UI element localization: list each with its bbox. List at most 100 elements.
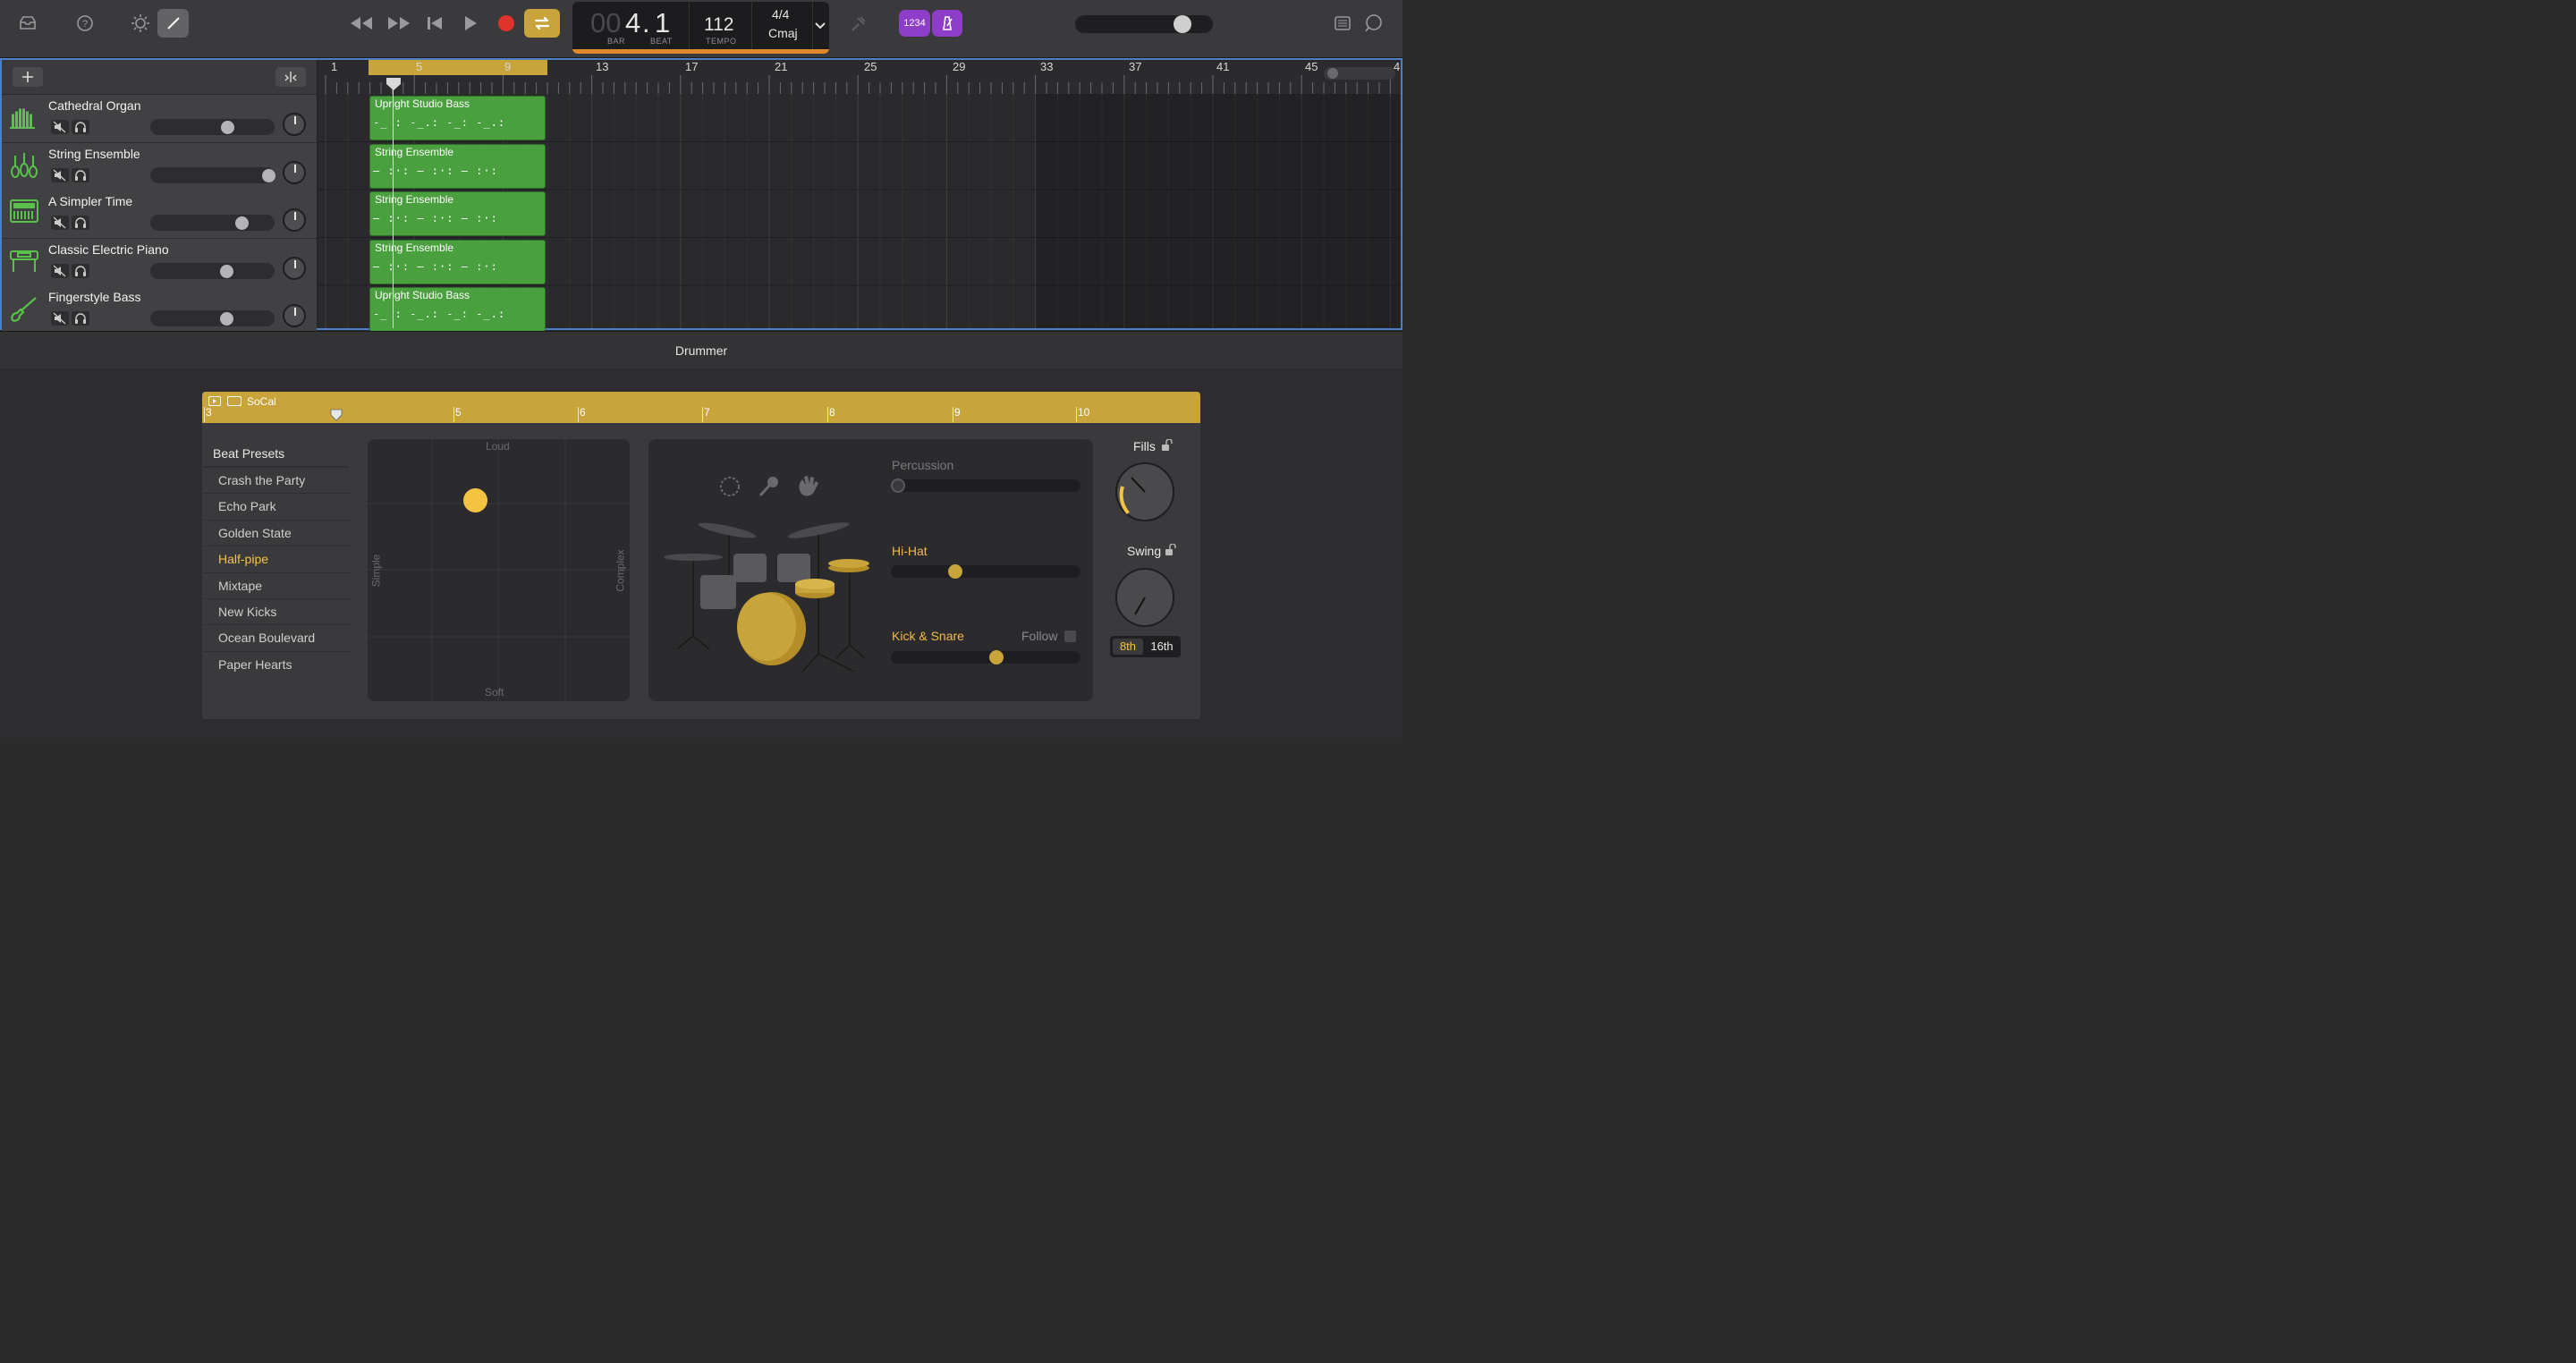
- clap-icon[interactable]: [796, 474, 819, 502]
- shaker-icon[interactable]: [758, 474, 781, 502]
- swing-lock-icon[interactable]: [1164, 543, 1176, 561]
- beat-preset-item[interactable]: Crash the Party: [203, 467, 349, 493]
- hihat-slider-knob[interactable]: [948, 564, 962, 579]
- playhead-handle[interactable]: [386, 77, 402, 96]
- headphones-icon[interactable]: [72, 167, 89, 182]
- midi-region[interactable]: Upright Studio Bass -_ : -_.: -_: -_.:: [369, 287, 546, 332]
- track-header[interactable]: Fingerstyle Bass: [2, 286, 317, 334]
- beat-preset-item[interactable]: Golden State: [203, 519, 349, 546]
- midi-region[interactable]: Upright Studio Bass -_ : -_.: -_: -_.:: [369, 96, 546, 140]
- track-header[interactable]: A Simpler Time: [2, 190, 317, 239]
- cycle-region[interactable]: [369, 60, 547, 75]
- catch-playhead-icon[interactable]: [275, 67, 306, 87]
- hihat-slider[interactable]: [891, 564, 1080, 579]
- xy-puck[interactable]: [463, 488, 487, 512]
- smart-controls-icon[interactable]: [126, 9, 155, 38]
- drum-kit-panel: Percussion Hi-Hat Kick & Snare Follow: [648, 439, 1093, 701]
- count-in-button[interactable]: 1234: [899, 10, 930, 37]
- swing-knob[interactable]: [1115, 568, 1174, 627]
- track-volume-slider[interactable]: [150, 262, 275, 279]
- mute-icon[interactable]: [51, 263, 69, 278]
- beat-preset-item[interactable]: Echo Park: [203, 493, 349, 519]
- help-icon[interactable]: ?: [71, 9, 99, 38]
- track-pan-knob[interactable]: [283, 304, 306, 327]
- headphones-icon[interactable]: [72, 216, 89, 230]
- drummer-ruler-bar-number: 6: [580, 406, 586, 419]
- bass-guitar-icon: [10, 295, 38, 328]
- track-volume-slider[interactable]: [150, 215, 275, 231]
- track-volume-slider[interactable]: [150, 310, 275, 326]
- master-volume-slider[interactable]: [1075, 15, 1213, 33]
- headphones-icon[interactable]: [72, 263, 89, 278]
- track-volume-knob[interactable]: [235, 216, 250, 230]
- ruler-bar-number: 45: [1305, 60, 1318, 73]
- notepad-icon[interactable]: [1328, 9, 1357, 38]
- synth-icon: [10, 199, 38, 227]
- record-icon[interactable]: [492, 9, 521, 38]
- fills-knob[interactable]: [1115, 462, 1174, 521]
- track-pan-knob[interactable]: [283, 160, 306, 184]
- beat-preset-item[interactable]: Paper Hearts: [203, 650, 349, 677]
- mute-icon[interactable]: [51, 311, 69, 326]
- rewind-icon[interactable]: [347, 9, 376, 38]
- chevron-down-icon[interactable]: [815, 18, 826, 34]
- fills-lock-icon[interactable]: [1160, 438, 1173, 456]
- percussion-slider-knob[interactable]: [891, 478, 905, 493]
- drummer-playhead[interactable]: [330, 409, 343, 426]
- go-to-beginning-icon[interactable]: [420, 9, 449, 38]
- swing-8th-button[interactable]: 8th: [1113, 639, 1143, 655]
- playhead[interactable]: [393, 78, 394, 328]
- beat-preset-item[interactable]: Mixtape: [203, 571, 349, 598]
- ruler-bar-number: 25: [864, 60, 877, 73]
- headphones-icon[interactable]: [72, 311, 89, 326]
- track-header[interactable]: Cathedral Organ: [2, 95, 317, 143]
- drum-kit-icon[interactable]: [657, 511, 872, 690]
- beat-preset-item[interactable]: Ocean Boulevard: [203, 624, 349, 650]
- loop-browser-icon[interactable]: [1360, 9, 1388, 38]
- play-region-icon[interactable]: [208, 396, 221, 406]
- kick-snare-slider[interactable]: [891, 650, 1080, 665]
- midi-region[interactable]: String Ensemble — :·: — :·: — :·:: [369, 143, 546, 189]
- mute-icon[interactable]: [51, 216, 69, 230]
- loudness-complexity-pad[interactable]: Loud Soft Simple Complex: [368, 439, 630, 701]
- follow-checkbox[interactable]: [1064, 631, 1076, 642]
- play-icon[interactable]: [456, 9, 485, 38]
- track-volume-knob[interactable]: [262, 168, 276, 182]
- percussion-slider[interactable]: [891, 478, 1080, 493]
- beat-preset-item[interactable]: New Kicks: [203, 598, 349, 624]
- track-pan-knob[interactable]: [283, 113, 306, 136]
- track-volume-knob[interactable]: [219, 312, 233, 326]
- hihat-label: Hi-Hat: [892, 544, 928, 558]
- mute-icon[interactable]: [51, 120, 69, 134]
- fast-forward-icon[interactable]: [385, 9, 413, 38]
- kick-snare-slider-knob[interactable]: [989, 650, 1004, 665]
- track-volume-slider[interactable]: [150, 119, 275, 135]
- midi-region[interactable]: String Ensemble — :·: — :·: — :·:: [369, 239, 546, 284]
- zoom-slider-knob[interactable]: [1327, 68, 1338, 79]
- headphones-icon[interactable]: [72, 120, 89, 134]
- mute-icon[interactable]: [51, 167, 69, 182]
- beat-preset-item[interactable]: Half-pipe: [203, 546, 349, 571]
- tuner-icon[interactable]: [844, 9, 873, 38]
- drummer-ruler[interactable]: SoCal 3 5 6 7 8 9 10: [202, 392, 1200, 423]
- track-volume-knob[interactable]: [219, 264, 233, 278]
- svg-text:?: ?: [82, 19, 88, 30]
- track-header[interactable]: Classic Electric Piano: [2, 238, 317, 287]
- track-headers: Cathedral Organ String Ensemble A Simple…: [2, 60, 317, 334]
- lcd-display[interactable]: 00 4 . 1 BAR BEAT 112 TEMPO 4/4 Cmaj: [572, 2, 829, 54]
- track-name: String Ensemble: [48, 146, 140, 161]
- add-track-button[interactable]: [13, 67, 43, 87]
- midi-region[interactable]: String Ensemble — :·: — :·: — :·:: [369, 191, 546, 236]
- swing-16th-button[interactable]: 16th: [1146, 639, 1178, 655]
- track-header[interactable]: String Ensemble: [2, 142, 317, 191]
- track-pan-knob[interactable]: [283, 256, 306, 280]
- track-pan-knob[interactable]: [283, 208, 306, 232]
- master-volume-knob[interactable]: [1174, 15, 1191, 33]
- library-icon[interactable]: [13, 9, 42, 38]
- metronome-icon[interactable]: [932, 10, 962, 37]
- track-volume-slider[interactable]: [150, 166, 275, 183]
- timeline-ruler[interactable]: 1 5 9 13 17 21 25 29 33 37 41 45 4: [318, 60, 1401, 94]
- cycle-icon[interactable]: [524, 9, 560, 38]
- tambourine-icon[interactable]: [718, 475, 741, 503]
- editors-icon[interactable]: [157, 9, 189, 38]
